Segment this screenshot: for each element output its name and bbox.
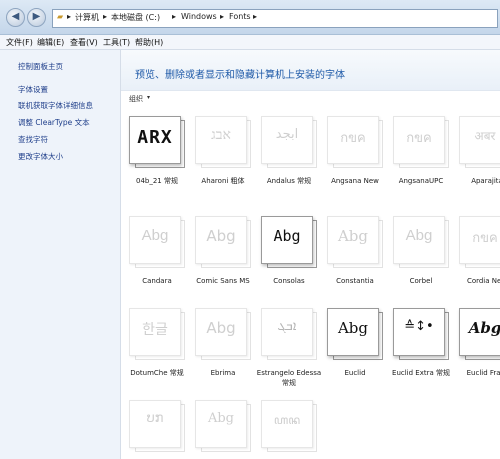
font-sample: กขค [340, 131, 366, 146]
menu-view[interactable]: 查看(V) [70, 37, 98, 48]
font-label: Comic Sans MS [196, 277, 250, 285]
breadcrumb-separator-icon[interactable]: ▸ [253, 12, 257, 21]
menu-tools[interactable]: 工具(T) [103, 37, 130, 48]
font-sample: Abg [337, 319, 369, 337]
font-sample: กขค [472, 231, 498, 246]
font-sample: กขค [406, 131, 432, 146]
font-file-icon: ܐܒܓ [261, 308, 317, 360]
breadcrumb-local-disk[interactable]: 本地磁盘 (C:) [111, 12, 160, 23]
font-file-icon: ບກ [129, 400, 185, 452]
font-sample: ꦲꦤ [273, 413, 301, 427]
font-file-icon: ARX [129, 116, 185, 168]
font-file-icon: กขค [393, 116, 449, 168]
breadcrumb-fonts[interactable]: Fonts [229, 12, 251, 21]
breadcrumb-separator-icon[interactable]: ▸ [67, 12, 71, 21]
font-sample: Abg [206, 319, 236, 337]
font-file-icon: Abg [195, 400, 251, 452]
font-label: Euclid Extra 常规 [392, 369, 450, 377]
font-label: Corbel [409, 277, 433, 285]
font-sample: ARX [137, 127, 173, 148]
font-file-icon: กขค [459, 216, 500, 268]
folder-icon: ▰ [57, 12, 64, 21]
address-bar[interactable]: ▰ ▸ 计算机 ▸ 本地磁盘 (C:) ▸ Windows ▸ Fonts ▸ [52, 9, 498, 28]
font-file-icon: ابجد [261, 116, 317, 168]
font-sample: Abg [206, 227, 236, 245]
font-label: Andalus 常规 [266, 177, 312, 185]
font-label: Aparajita [471, 177, 500, 185]
font-label: Euclid [344, 369, 366, 377]
font-label: Aharoni 粗体 [201, 177, 245, 185]
font-label: DotumChe 常规 [130, 369, 184, 377]
breadcrumb-windows[interactable]: Windows [181, 12, 217, 21]
address-bar-region: ◀ ▶ ▰ ▸ 计算机 ▸ 本地磁盘 (C:) ▸ Windows ▸ Font… [0, 0, 500, 35]
breadcrumb-separator-icon[interactable]: ▸ [220, 12, 224, 21]
font-file-icon: अबर [459, 116, 500, 168]
font-label: Cordia New [466, 277, 500, 285]
font-file-icon: Abg [129, 216, 185, 268]
font-file-icon: ꦲꦤ [261, 400, 317, 452]
font-file-icon: אבג [195, 116, 251, 168]
font-file-icon: Abg [327, 216, 383, 268]
breadcrumb-computer[interactable]: 计算机 [75, 12, 99, 23]
font-sample: Abg [337, 227, 369, 245]
sidebar-item-change-font-size[interactable]: 更改字体大小 [18, 151, 63, 162]
font-file-icon: Abg [195, 308, 251, 360]
menu-edit[interactable]: 编辑(E) [37, 37, 64, 48]
font-sample: Abg [405, 227, 433, 244]
font-sample: 한글 [142, 322, 168, 338]
font-sample: ابجد [275, 127, 299, 142]
sidebar-item-control-panel-home[interactable]: 控制面板主页 [18, 61, 63, 72]
font-file-icon: Abg [459, 308, 500, 360]
font-label: Candara [142, 277, 172, 285]
font-content-area: 预览、删除或者显示和隐藏计算机上安装的字体 组织 ▾ ARX 04b_21 常规… [121, 50, 500, 459]
font-sample: Abg [468, 319, 500, 337]
font-file-icon: Abg [261, 216, 317, 268]
header-band: 预览、删除或者显示和隐藏计算机上安装的字体 [121, 50, 500, 91]
menu-file[interactable]: 文件(F) [6, 37, 33, 48]
back-arrow-icon[interactable]: ◀ [6, 8, 25, 27]
font-label: 04b_21 常规 [136, 177, 178, 185]
menu-help[interactable]: 帮助(H) [135, 37, 163, 48]
breadcrumb-separator-icon[interactable]: ▸ [172, 12, 176, 21]
font-file-icon: Abg [195, 216, 251, 268]
font-sample: אבג [211, 127, 231, 143]
font-label: AngsanaUPC [398, 177, 444, 185]
font-label: Ebrima [210, 369, 236, 377]
forward-arrow-icon[interactable]: ▶ [27, 8, 46, 27]
font-label: Angsana New [331, 177, 379, 185]
font-file-icon: Abg [393, 216, 449, 268]
sidebar-item-adjust-cleartype[interactable]: 调整 ClearType 文本 [18, 117, 90, 128]
font-sample: ܐܒܓ [277, 319, 297, 334]
font-sample: Abg [273, 227, 301, 245]
sidebar-item-font-settings[interactable]: 字体设置 [18, 84, 48, 95]
font-sample: अबर [474, 129, 496, 143]
sidebar-item-online-font-info[interactable]: 联机获取字体详细信息 [18, 100, 93, 111]
organize-button[interactable]: 组织 [129, 94, 143, 104]
font-label: Constantia [336, 277, 374, 285]
menu-bar: 文件(F) 编辑(E) 查看(V) 工具(T) 帮助(H) [0, 35, 500, 50]
font-file-icon: ≙↕• [393, 308, 449, 360]
breadcrumb-separator-icon[interactable]: ▸ [103, 12, 107, 21]
sidebar-item-find-character[interactable]: 查找字符 [18, 134, 48, 145]
chevron-down-icon[interactable]: ▾ [147, 94, 150, 101]
font-file-icon: Abg [327, 308, 383, 360]
font-sample: ບກ [146, 411, 164, 426]
font-sample: Abg [141, 227, 169, 244]
font-label: Euclid Frakt [466, 369, 500, 377]
sidebar: 控制面板主页 字体设置 联机获取字体详细信息 调整 ClearType 文本 查… [0, 50, 121, 459]
font-label: Estrangelo Edessa 常规 [256, 369, 322, 387]
font-file-icon: 한글 [129, 308, 185, 360]
font-label: Consolas [273, 277, 305, 285]
font-file-icon: กขค [327, 116, 383, 168]
font-sample: ≙↕• [404, 319, 434, 334]
font-sample: Abg [207, 411, 235, 426]
page-title: 预览、删除或者显示和隐藏计算机上安装的字体 [135, 70, 345, 81]
